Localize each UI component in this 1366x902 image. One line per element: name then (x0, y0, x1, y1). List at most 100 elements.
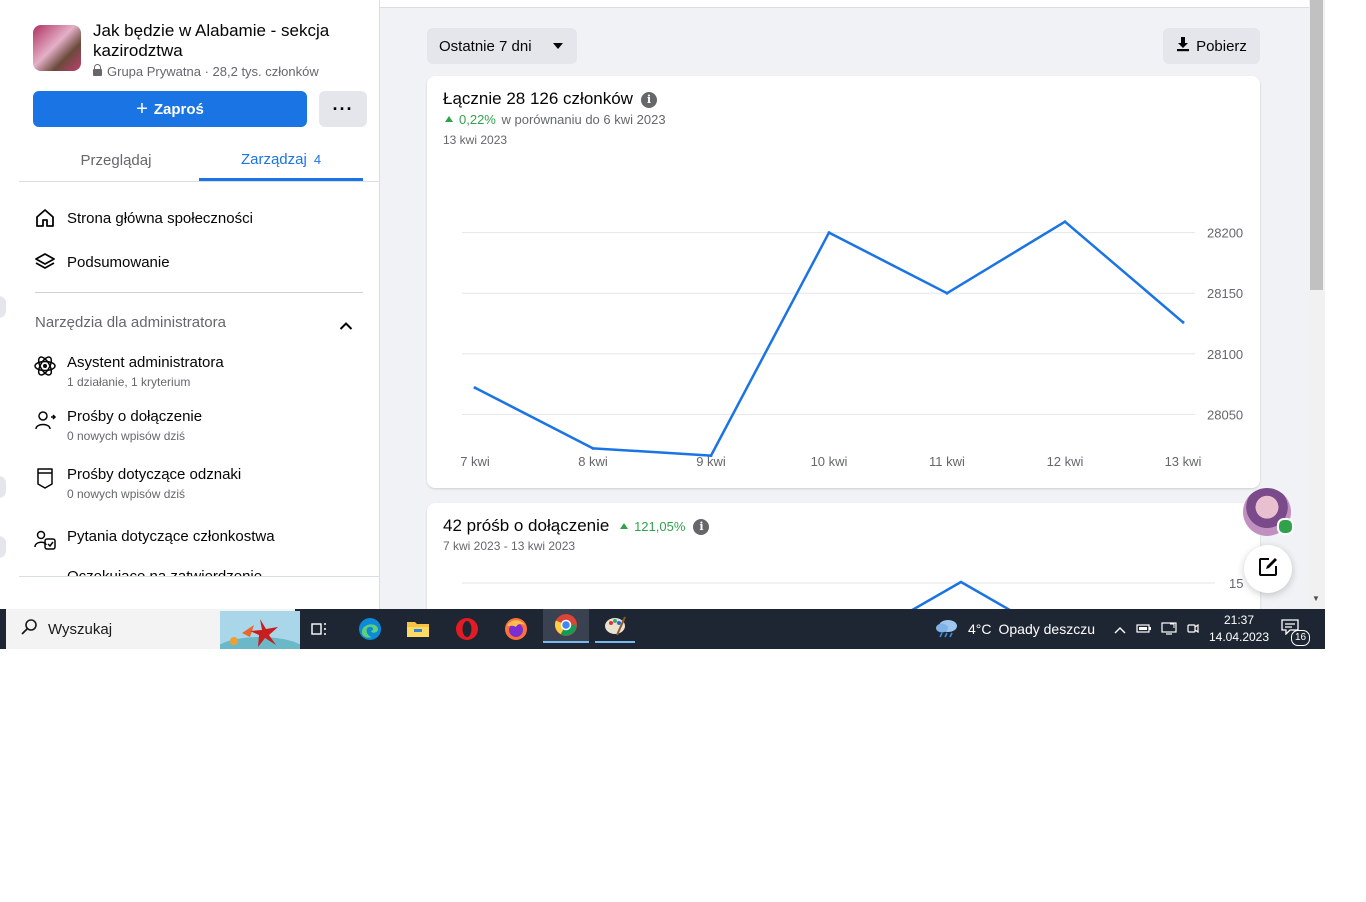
taskbar-search[interactable]: Wyszukaj (6, 609, 300, 649)
task-view-icon[interactable] (301, 615, 337, 643)
group-meta: Grupa Prywatna · 28,2 tys. członków (93, 64, 319, 79)
tab-manage[interactable]: Zarządzaj 4 (199, 140, 363, 181)
questions-icon (33, 528, 57, 552)
section-divider (35, 292, 363, 293)
caret-down-icon (553, 43, 563, 49)
compose-icon (1257, 556, 1279, 583)
edge-shortcut[interactable] (0, 536, 6, 558)
date-range-select[interactable]: Ostatnie 7 dni (427, 28, 577, 64)
top-header-strip (380, 0, 1309, 8)
tab-manage-label: Zarządzaj (240, 150, 307, 168)
data-point[interactable] (473, 386, 477, 390)
group-name[interactable]: Jak będzie w Alabamie - sekcja kazirodzt… (93, 21, 373, 61)
x-tick-label: 7 kwi (460, 454, 490, 469)
battery-icon[interactable] (1136, 621, 1152, 637)
tool-sub: 0 nowych wpisów dziś (67, 487, 186, 501)
y-tick-label: 28200 (1207, 226, 1243, 241)
tool-label: Pytania dotyczące członkostwa (67, 528, 275, 545)
nav-community-home[interactable]: Strona główna społeczności (33, 206, 253, 230)
online-status-dot (1277, 518, 1294, 535)
nav-overview[interactable]: Podsumowanie (33, 250, 170, 274)
system-clock[interactable]: 21:37 14.04.2023 (1205, 612, 1273, 646)
tray-icons (1114, 609, 1200, 649)
y-tick-label: 28150 (1207, 286, 1243, 301)
edge-shortcut[interactable] (0, 296, 6, 318)
group-privacy: Grupa Prywatna (107, 64, 201, 79)
invite-label: Zaproś (153, 100, 204, 118)
notification-count-badge: 16 (1291, 630, 1310, 646)
rain-cloud-icon (934, 617, 960, 642)
tab-manage-count: 4 (313, 151, 322, 167)
display-icon[interactable] (1161, 621, 1177, 638)
insights-main: Ostatnie 7 dni Pobierz Łącznie 28 126 cz… (380, 0, 1309, 609)
more-options-button[interactable]: ··· (319, 91, 367, 127)
y-tick-label: 28050 (1207, 407, 1243, 422)
firefox-browser-icon[interactable] (498, 615, 534, 643)
members-series-line (474, 220, 1184, 457)
edge-browser-icon[interactable] (352, 615, 388, 643)
tool-sub: 1 działanie, 1 kryterium (67, 375, 191, 389)
tool-sub: 0 nowych wpisów dziś (67, 429, 186, 443)
left-edge-strip (0, 0, 19, 609)
tool-label: Prośby dotyczące odznaki (67, 466, 242, 483)
members-line-chart: 280502810028150282007 kwi 8 kwi 9 kwi 10 kw… (460, 220, 1243, 469)
tab-browse-label: Przeglądaj (80, 151, 152, 169)
group-members-count[interactable]: 28,2 tys. członków (213, 64, 319, 79)
download-button[interactable]: Pobierz (1163, 28, 1260, 64)
data-point[interactable] (1181, 320, 1185, 324)
requests-line-chart: 15 (462, 576, 1243, 609)
members-card: Łącznie 28 126 członków i 0,22% w porówna… (427, 76, 1260, 488)
data-point[interactable] (591, 446, 595, 450)
scroll-down-arrow-icon[interactable]: ▼ (1312, 594, 1320, 603)
invite-button[interactable]: + Zaproś (33, 91, 307, 127)
layers-icon (33, 250, 57, 274)
search-icon (20, 618, 38, 640)
file-explorer-icon[interactable] (400, 615, 436, 643)
home-icon (33, 206, 57, 230)
data-point[interactable] (1063, 220, 1067, 224)
data-point[interactable] (827, 231, 831, 235)
badge-icon (33, 466, 57, 490)
clock-date: 14.04.2023 (1208, 630, 1270, 644)
nav-community-home-label: Strona główna społeczności (67, 209, 253, 227)
group-avatar[interactable] (33, 25, 81, 71)
tool-label: Asystent administratora (67, 354, 224, 371)
weather-widget[interactable]: 4°C Opady deszczu (934, 609, 1095, 649)
opera-browser-icon[interactable] (449, 615, 485, 643)
join-requests-card: 42 próśb o dołączenie 121,05% i 7 kwi 202… (427, 503, 1260, 609)
date-range-value: Ostatnie 7 dni (439, 37, 532, 55)
meet-now-icon[interactable] (1186, 621, 1200, 638)
x-tick-label: 12 kwi (1047, 454, 1084, 469)
download-icon (1176, 36, 1190, 56)
search-highlight-art (220, 611, 300, 649)
new-message-button[interactable] (1244, 545, 1292, 593)
chevron-up-icon[interactable] (339, 318, 353, 336)
atom-icon (33, 354, 57, 378)
paint-app-icon[interactable] (595, 609, 635, 643)
weather-text: Opady deszczu (998, 621, 1096, 637)
admin-tools-heading[interactable]: Narzędzia dla administratora (35, 314, 355, 331)
y-tick-label: 15 (1229, 576, 1243, 591)
chrome-browser-icon[interactable] (543, 609, 589, 643)
tabs-divider (19, 181, 379, 182)
person-request-icon (33, 408, 57, 432)
lock-icon (93, 64, 102, 76)
meta-separator: · (204, 64, 209, 79)
tab-browse[interactable]: Przeglądaj (33, 140, 199, 180)
browser-viewport: Jak będzie w Alabamie - sekcja kazirodzt… (0, 0, 1325, 649)
data-point[interactable] (945, 291, 949, 295)
x-tick-label: 8 kwi (578, 454, 608, 469)
edge-shortcut[interactable] (0, 476, 6, 498)
requests-series-line (911, 580, 1011, 609)
x-tick-label: 10 kwi (811, 454, 848, 469)
data-point[interactable] (709, 454, 713, 458)
tool-label: Prośby o dołączenie (67, 408, 203, 425)
x-tick-label: 11 kwi (929, 454, 965, 469)
scrollbar-thumb[interactable] (1310, 0, 1323, 290)
more-icon: ··· (332, 98, 354, 119)
weather-temp: 4°C (968, 621, 992, 637)
nav-overview-label: Podsumowanie (67, 253, 170, 271)
y-tick-label: 28100 (1207, 347, 1243, 362)
sidebar-footer (19, 576, 379, 609)
chevron-up-icon[interactable] (1114, 621, 1126, 637)
